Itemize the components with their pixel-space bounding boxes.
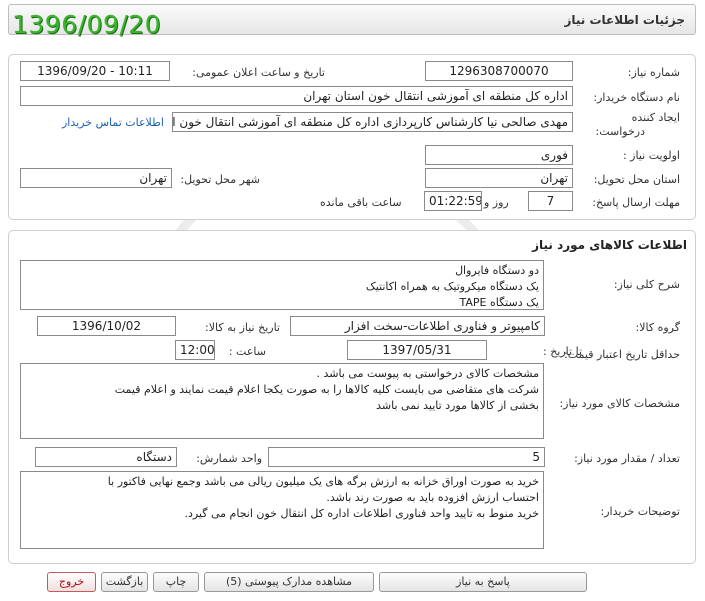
until-date-field: 1397/05/31 (347, 340, 487, 360)
specs-line: مشخصات کالای درخواستی به پیوست می باشد . (316, 367, 539, 380)
summary-label: شرح کلی نیاز: (613, 278, 680, 291)
hour-field: 12:00 (175, 340, 215, 360)
specs-textarea: مشخصات کالای درخواستی به پیوست می باشد .… (20, 363, 544, 439)
quantity-label: تعداد / مقدار مورد نیاز: (574, 452, 680, 465)
province-field: تهران (425, 168, 573, 188)
city-field: تهران (20, 168, 172, 188)
view-attachments-button[interactable]: مشاهده مدارک پیوستی (5) (204, 572, 374, 592)
notes-line: احتساب ارزش افزوده باید به صورت رند باشد… (326, 491, 539, 504)
creator-label: ایجاد کننده (631, 111, 680, 124)
specs-line: بخشی از کالاها مورد تایید نمی باشد (376, 399, 539, 412)
back-button[interactable]: بازگشت (101, 572, 148, 592)
creator-field: مهدی صالحی نیا کارشناس کارپردازی اداره ک… (172, 112, 573, 132)
notes-line: خرید منوط به تایید واحد فناوری اطلاعات ا… (184, 507, 539, 520)
buyer-org-field: اداره کل منطقه ای آموزشی انتقال خون استا… (20, 86, 573, 106)
days-word: روز و (484, 196, 509, 209)
priority-label: اولویت نیاز : (622, 149, 680, 162)
need-number-label: شماره نیاز: (627, 66, 680, 79)
quantity-field: 5 (268, 447, 545, 467)
unit-field: دستگاه (35, 447, 177, 467)
summary-line: یک دستگاه TAPE (459, 296, 539, 309)
summary-textarea: دو دستگاه فایروال یک دستگاه میکروتیک به … (20, 260, 544, 310)
announce-datetime-field: 1396/09/20 - 10:11 (20, 61, 170, 81)
priority-field: فوری (425, 145, 573, 165)
goods-group-label: گروه کالا: (635, 321, 680, 334)
need-number-field: 1296308700070 (425, 61, 573, 81)
contact-buyer-link[interactable]: اطلاعات تماس خریدار (62, 116, 164, 129)
window-title: جزئیات اطلاعات نیاز (564, 13, 685, 27)
until-date-label: تا تاریخ : (543, 345, 582, 358)
buyer-org-label: نام دستگاه خریدار: (593, 91, 680, 104)
need-date-label: تاریخ نیاز به کالا: (205, 321, 280, 334)
goods-group-field: کامپیوتر و فناوری اطلاعات-سخت افزار (290, 316, 545, 336)
specs-label: مشخصات کالای مورد نیاز: (559, 397, 680, 410)
hour-label: ساعت : (228, 345, 266, 358)
print-button[interactable]: چاپ (153, 572, 199, 592)
summary-line: یک دستگاه میکروتیک به همراه اکانتیک (365, 280, 539, 293)
notes-line: خرید به صورت اوراق خزانه به ارزش برگه ها… (107, 475, 539, 488)
remaining-word: ساعت باقی مانده (320, 196, 402, 209)
days-field: 7 (528, 191, 573, 211)
summary-line: دو دستگاه فایروال (455, 264, 539, 277)
city-label: شهر محل تحویل: (180, 173, 260, 186)
remaining-time-field: 01:22:59 (424, 191, 482, 211)
unit-label: واحد شمارش: (196, 452, 262, 465)
province-label: استان محل تحویل: (593, 173, 680, 186)
buyer-notes-label: توضیحات خریدار: (600, 505, 681, 518)
need-date-field: 1396/10/02 (37, 316, 176, 336)
reply-button[interactable]: پاسخ به نیاز (379, 572, 587, 592)
specs-line: شرکت های متقاضی می بایست کلیه کالاها را … (114, 383, 539, 396)
creator-label-2: درخواست: (595, 125, 645, 138)
buyer-notes-textarea: خرید به صورت اوراق خزانه به ارزش برگه ها… (20, 471, 544, 549)
deadline-label: مهلت ارسال پاسخ: (592, 196, 680, 209)
goods-section-title: اطلاعات کالاهای مورد نیاز (532, 238, 687, 252)
exit-button[interactable]: خروج (47, 572, 96, 592)
announce-label: تاریخ و ساعت اعلان عمومی: (192, 66, 325, 79)
date-stamp: 1396/09/20 (12, 10, 162, 39)
